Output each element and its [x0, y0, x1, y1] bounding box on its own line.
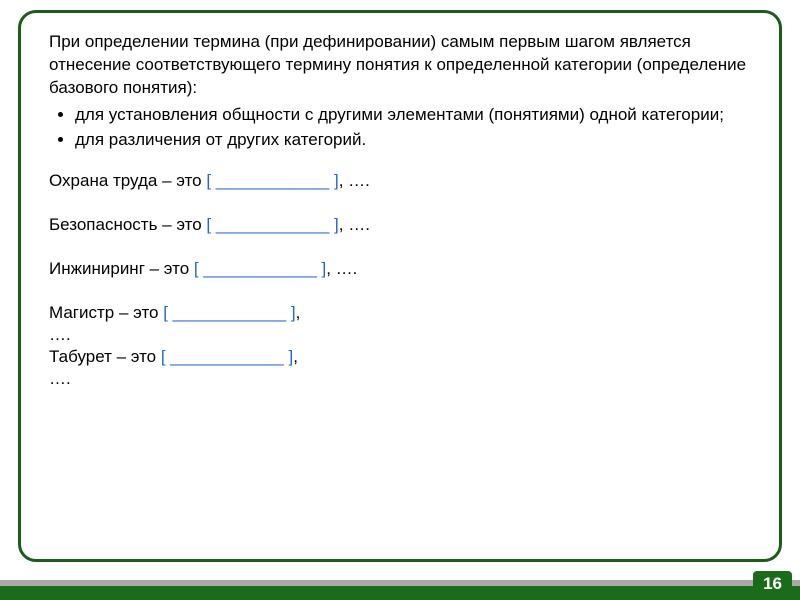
blank-placeholder: [ ____________ ]: [163, 303, 295, 322]
blank-placeholder: [ ____________ ]: [161, 347, 293, 366]
bullet-item: для различения от других категорий.: [75, 129, 751, 152]
intro-paragraph: При определении термина (при дефинирован…: [49, 31, 751, 100]
example-lead: Охрана труда – это: [49, 171, 206, 190]
page-number-badge: 16: [753, 571, 792, 598]
footer-stripe-green: [0, 586, 800, 600]
example-tail: ,: [293, 347, 298, 366]
example-line-2: Безопасность – это [ ____________ ], ….: [49, 214, 751, 236]
example-tail: , ….: [326, 259, 357, 278]
example-lead: Безопасность – это: [49, 215, 206, 234]
example-line-3: Инжиниринг – это [ ____________ ], ….: [49, 258, 751, 280]
example-line-5: Табурет – это [ ____________ ],: [49, 346, 751, 368]
example-line-1: Охрана труда – это [ ____________ ], ….: [49, 170, 751, 192]
example-lead: Инжиниринг – это: [49, 259, 194, 278]
example-tail: ,: [296, 303, 301, 322]
example-pair: Магистр – это [ ____________ ], …. Табур…: [49, 302, 751, 390]
bullet-item: для установления общности с другими элем…: [75, 104, 751, 127]
blank-placeholder: [ ____________ ]: [206, 215, 338, 234]
footer-bar: 16: [0, 570, 800, 600]
example-tail: , ….: [339, 215, 370, 234]
bullet-list: для установления общности с другими элем…: [49, 104, 751, 152]
blank-placeholder: [ ____________ ]: [194, 259, 326, 278]
example-lead: Магистр – это: [49, 303, 163, 322]
example-tail: , ….: [339, 171, 370, 190]
example-ellipsis: ….: [49, 324, 751, 346]
example-line-4: Магистр – это [ ____________ ],: [49, 302, 751, 324]
blank-placeholder: [ ____________ ]: [206, 171, 338, 190]
example-ellipsis: ….: [49, 368, 751, 390]
slide-frame: При определении термина (при дефинирован…: [18, 10, 782, 562]
example-lead: Табурет – это: [49, 347, 161, 366]
